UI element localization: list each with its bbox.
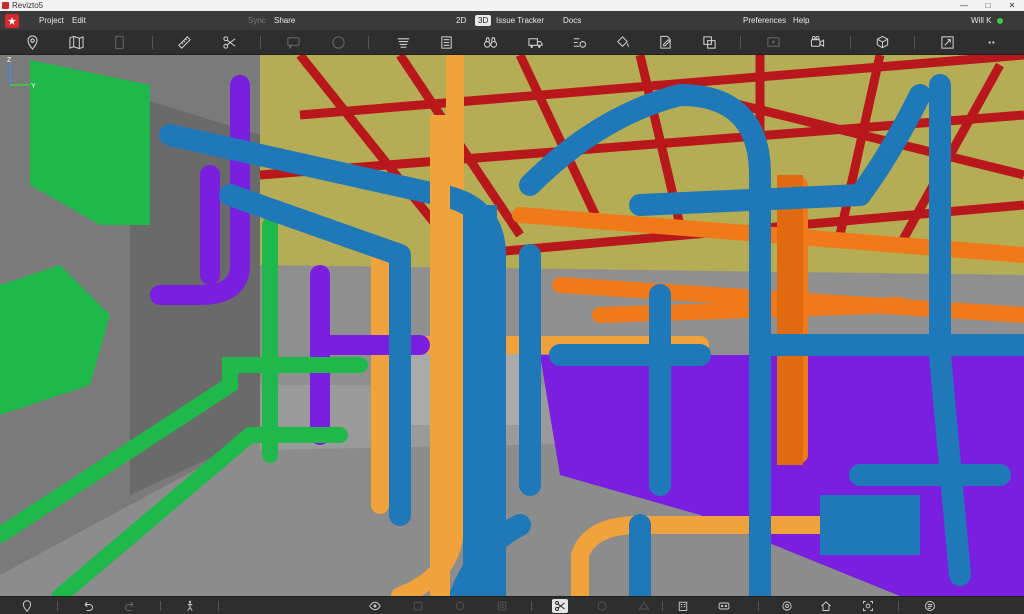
video-icon[interactable] [764,34,782,51]
location-pin-icon[interactable] [23,34,41,51]
toolbar-divider [898,601,899,611]
home-icon[interactable] [818,599,834,613]
toolbar-divider [850,36,851,49]
ruler-icon[interactable] [175,34,193,51]
undo-icon[interactable] [80,599,96,613]
toolbar-divider [260,36,261,49]
3d-viewport[interactable]: Z Y [0,55,1024,596]
user-name[interactable]: Will K [971,16,991,25]
maximize-button[interactable]: □ [976,0,1000,11]
stamp-icon[interactable] [329,34,347,51]
paint-bucket-icon[interactable] [613,34,631,51]
vr-icon[interactable] [716,599,732,613]
menu-sync[interactable]: Sync [248,16,266,25]
edit-doc-icon[interactable] [656,34,674,51]
fit-view-icon[interactable] [860,599,876,613]
layers-icon[interactable] [394,34,412,51]
menu-preferences[interactable]: Preferences [743,16,786,25]
revizto-logo-icon[interactable] [5,14,19,28]
camera-icon[interactable] [808,34,826,51]
section-scissors-icon[interactable] [552,599,568,613]
toolbar-divider [57,601,58,611]
issue-tracker-button[interactable]: Issue Tracker [496,16,544,25]
window-title: Revizto5 [12,1,44,10]
sheet-icon[interactable] [110,34,128,51]
menu-share[interactable]: Share [274,16,295,25]
axis-gizmo: Z Y [7,57,36,90]
settings-icon[interactable] [779,599,795,613]
view-2d-button[interactable]: 2D [456,16,466,25]
properties-icon[interactable] [922,599,938,613]
toolbar-divider [152,36,153,49]
redo-icon[interactable] [122,599,138,613]
binoculars-icon[interactable] [481,34,499,51]
menu-help[interactable]: Help [793,16,809,25]
axis-z-label: Z [7,57,12,64]
close-button[interactable]: ✕ [1000,0,1024,11]
blue-valve-box [820,495,920,555]
list-icon[interactable] [437,34,455,51]
box-add-icon[interactable] [873,34,891,51]
hide-icon[interactable] [410,599,426,613]
more-icon[interactable] [982,34,1000,51]
bim-scene [0,55,1024,596]
toolbar-divider [160,601,161,611]
location-pin-icon[interactable] [19,599,35,613]
isolate-icon[interactable] [452,599,468,613]
bottom-toolbar [0,596,1024,614]
main-toolbar [0,30,1024,55]
comment-icon[interactable] [284,34,302,51]
window-titlebar: Revizto5 — □ ✕ [0,0,1024,11]
truck-icon[interactable] [526,34,544,51]
menu-edit[interactable]: Edit [72,16,86,25]
clash-icon[interactable] [700,34,718,51]
eye-icon[interactable] [367,599,383,613]
minimize-button[interactable]: — [952,0,976,11]
online-status-icon [997,18,1003,24]
map-icon[interactable] [67,34,85,51]
menu-project[interactable]: Project [39,16,64,25]
toolbar-divider [531,601,532,611]
transparency-icon[interactable] [494,599,510,613]
section-plane-icon[interactable] [636,599,652,613]
scissors-icon[interactable] [220,34,238,51]
toolbar-divider [740,36,741,49]
flow-icon[interactable] [570,34,588,51]
toolbar-divider [758,601,759,611]
building-icon[interactable] [675,599,691,613]
docs-button[interactable]: Docs [563,16,581,25]
toolbar-divider [914,36,915,49]
toolbar-divider [368,36,369,49]
resize-icon[interactable] [938,34,956,51]
view-3d-button[interactable]: 3D [475,15,492,26]
menu-bar: Project Edit Sync Share 2D 3D Issue Trac… [0,11,1024,30]
toolbar-divider [662,601,663,611]
toolbar-divider [218,601,219,611]
axis-y-label: Y [31,83,36,90]
walk-icon[interactable] [182,599,198,613]
app-icon [2,2,9,9]
section-box-icon[interactable] [594,599,610,613]
